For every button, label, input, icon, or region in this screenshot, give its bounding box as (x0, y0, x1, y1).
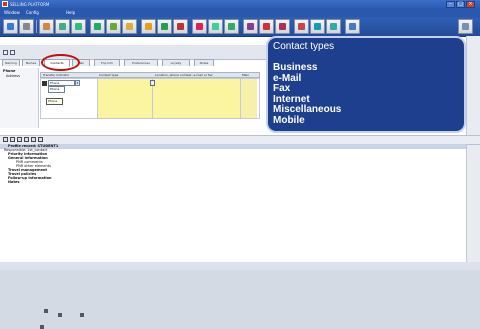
contact-types-callout: Contact types Business e-Mail Fax Intern… (266, 36, 466, 133)
lookup-icon[interactable] (150, 80, 155, 86)
tree-node-label: Notes (8, 180, 20, 184)
left-panel: Phone Address (0, 68, 39, 128)
main-cell[interactable] (240, 79, 257, 118)
callout-item: Fax (273, 83, 291, 94)
edit-icon[interactable] (58, 313, 62, 317)
callout-item: Mobile (273, 114, 305, 126)
cut-icon[interactable] (39, 19, 54, 34)
delete-icon[interactable] (31, 137, 36, 142)
printer-icon[interactable] (90, 19, 105, 34)
arrow-icon[interactable] (157, 19, 172, 34)
tree-node-notes[interactable]: Notes (8, 180, 19, 184)
chevron-down-icon[interactable]: ▾ (75, 80, 80, 86)
settings-icon[interactable] (326, 19, 341, 34)
callout-heading: Contact types (273, 41, 335, 52)
edit-icon[interactable] (44, 309, 48, 313)
tools-icon[interactable] (106, 19, 121, 34)
window-title: SELLING PLATFORM (10, 2, 50, 7)
tab-fop-info[interactable]: Fop Info (94, 59, 120, 66)
exit-app-icon[interactable] (458, 19, 473, 34)
tab-naming[interactable]: Naming (2, 59, 20, 66)
tab-notes[interactable]: Notes (194, 59, 214, 66)
folder-icon[interactable] (141, 19, 156, 34)
main-toolbar (0, 17, 480, 37)
exit-icon[interactable] (345, 19, 360, 34)
app-icon (2, 1, 8, 7)
tree-selection-highlight (0, 144, 466, 149)
dropdown-option-phone[interactable]: Phone (48, 86, 65, 93)
close-button[interactable]: × (466, 1, 475, 8)
save-icon[interactable] (10, 50, 15, 55)
new-icon[interactable] (3, 50, 8, 55)
edit-icon[interactable] (40, 325, 44, 329)
tab-loyalty[interactable]: Loyalty (162, 59, 190, 66)
highlight-circle (41, 54, 80, 71)
network-icon[interactable] (55, 19, 70, 34)
phone-icon[interactable] (243, 19, 258, 34)
left-panel-item[interactable]: Address (6, 74, 20, 79)
title-bar: SELLING PLATFORM – □ × (0, 0, 480, 9)
row-selector[interactable] (42, 81, 47, 86)
profile-tree: Profile record: STUDENT1 Responsible: 1s… (0, 143, 466, 329)
chart-icon[interactable] (224, 19, 239, 34)
save-icon[interactable] (3, 137, 8, 142)
plane-icon[interactable] (173, 19, 188, 34)
car-icon[interactable] (259, 19, 274, 34)
add-icon[interactable] (80, 313, 84, 317)
callout-item: Business (273, 62, 318, 73)
user-icon[interactable] (3, 19, 18, 34)
hotel-icon[interactable] (275, 19, 290, 34)
mail-icon[interactable] (208, 19, 223, 34)
profile-tabs: Naming Names Contacts Mail Fop Info Pref… (2, 59, 242, 67)
status-bar (0, 262, 480, 270)
calendar-icon[interactable] (192, 19, 207, 34)
callout-item: Miscellaneous (273, 104, 342, 115)
menu-window[interactable]: Window (4, 10, 20, 16)
tab-preferences[interactable]: Preferences (124, 59, 158, 66)
check-icon[interactable] (24, 137, 29, 142)
minimize-button[interactable]: – (446, 1, 455, 8)
menu-bar: Window Config Help (0, 9, 480, 17)
ticket-icon[interactable] (294, 19, 309, 34)
copy-icon[interactable] (17, 137, 22, 142)
vertical-scrollbar[interactable] (466, 36, 480, 270)
tooltip: Phone (46, 98, 63, 105)
maximize-button[interactable]: □ (456, 1, 465, 8)
grid-divider (240, 78, 241, 119)
print-icon[interactable] (19, 19, 34, 34)
tab-names[interactable]: Names (22, 59, 40, 66)
menu-config[interactable]: Config (26, 10, 39, 16)
menu-help[interactable]: Help (66, 10, 75, 16)
editable-cells[interactable] (98, 79, 240, 118)
search-icon[interactable] (310, 19, 325, 34)
grid-divider (97, 78, 98, 119)
book-icon[interactable] (122, 19, 137, 34)
refresh-icon[interactable] (38, 137, 43, 142)
print-icon[interactable] (10, 137, 15, 142)
toolbar-separator (36, 20, 37, 33)
globe-icon[interactable] (71, 19, 86, 34)
